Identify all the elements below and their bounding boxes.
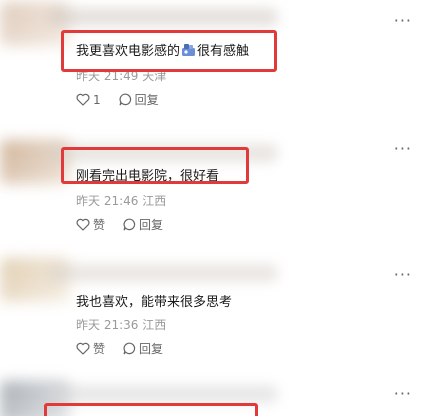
reply-label: 回复 [139, 218, 164, 232]
like-count: 1 [93, 92, 101, 107]
comment-item: ··· 我也喜欢，能带来很多思考 昨天 21:36 江西 赞 回复 [0, 250, 436, 375]
highlight-box [61, 147, 249, 184]
comment-time: 昨天 21:36 [76, 318, 139, 332]
speech-bubble-icon [123, 218, 136, 231]
highlight-box [44, 403, 258, 416]
like-label: 赞 [93, 218, 106, 232]
username[interactable] [48, 385, 278, 403]
speech-bubble-icon [123, 342, 136, 355]
comment-item: ··· [0, 375, 436, 416]
comment-text: 我也喜欢，能带来很多思考 [76, 295, 233, 310]
heart-outline-icon [76, 342, 90, 355]
reply-button[interactable]: 回复 [119, 91, 159, 108]
comment-actions: 赞 回复 [76, 340, 163, 357]
like-button[interactable]: 赞 [76, 216, 105, 233]
speech-bubble-icon [119, 93, 131, 106]
more-options-icon[interactable]: ··· [394, 13, 412, 29]
like-label: 赞 [93, 342, 106, 356]
comment-actions: 1 回复 [76, 91, 159, 108]
reply-label: 回复 [134, 93, 159, 107]
comment-location: 江西 [142, 318, 167, 332]
comment-item: ··· 我更喜欢电影感的 很有感触 昨天 21:49 天津 1 回复 [0, 0, 436, 120]
username[interactable] [48, 264, 278, 282]
comment-time: 昨天 21:46 [76, 194, 139, 208]
more-options-icon[interactable]: ··· [394, 386, 412, 402]
reply-label: 回复 [139, 342, 164, 356]
reply-button[interactable]: 回复 [123, 216, 163, 233]
more-options-icon[interactable]: ··· [394, 141, 412, 157]
comment-location: 江西 [142, 194, 167, 208]
highlight-box [61, 30, 277, 72]
like-button[interactable]: 1 [76, 93, 101, 107]
comment-meta: 昨天 21:36 江西 [76, 316, 166, 333]
heart-outline-icon [76, 93, 90, 106]
comment-actions: 赞 回复 [76, 216, 163, 233]
comment-meta: 昨天 21:46 江西 [76, 192, 166, 209]
like-button[interactable]: 赞 [76, 340, 105, 357]
heart-outline-icon [76, 218, 90, 231]
username[interactable] [48, 8, 278, 26]
reply-button[interactable]: 回复 [123, 340, 163, 357]
comment-item: ··· 刚看完出电影院，很好看 昨天 21:46 江西 赞 回复 [0, 120, 436, 250]
more-options-icon[interactable]: ··· [394, 267, 412, 283]
